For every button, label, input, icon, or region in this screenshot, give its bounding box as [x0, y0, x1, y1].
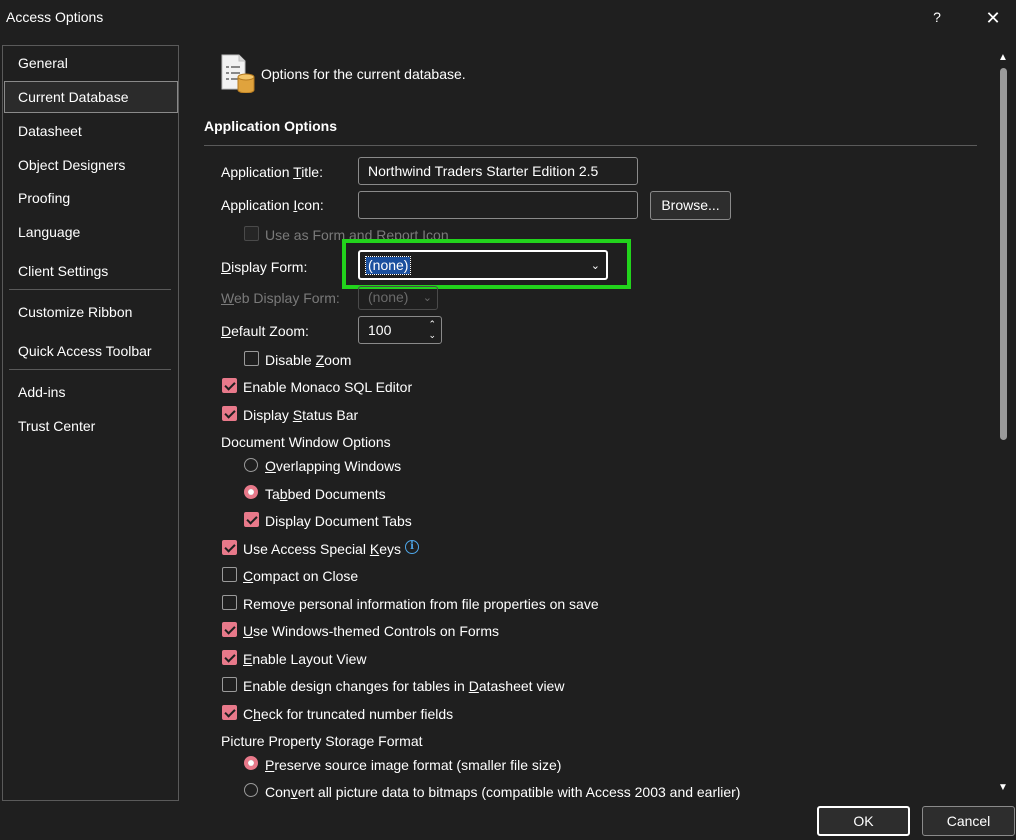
use-access-special-keys-label: Use Access Special Keys: [243, 541, 401, 557]
picture-storage-format-label: Picture Property Storage Format: [221, 733, 423, 749]
section-title-application-options: Application Options: [204, 118, 337, 134]
disable-zoom-label: Disable Zoom: [265, 352, 352, 368]
help-button[interactable]: ?: [926, 6, 948, 28]
options-scrollbar[interactable]: ▲ ▼: [995, 50, 1012, 800]
compact-on-close-checkbox[interactable]: [222, 567, 237, 582]
nav-item-object-designers[interactable]: Object Designers: [18, 157, 125, 173]
enable-design-changes-label: Enable design changes for tables in Data…: [243, 678, 565, 694]
close-button[interactable]: ✕: [981, 6, 1005, 30]
display-document-tabs-label: Display Document Tabs: [265, 513, 412, 529]
enable-layout-view-checkbox[interactable]: [222, 650, 237, 665]
display-form-selected-value: (none): [364, 256, 412, 275]
enable-design-changes-checkbox[interactable]: [222, 677, 237, 692]
chevron-down-icon: ⌄: [422, 292, 432, 304]
window-title: Access Options: [6, 9, 104, 25]
nav-item-client-settings[interactable]: Client Settings: [18, 263, 108, 279]
convert-to-bitmaps-label: Convert all picture data to bitmaps (com…: [265, 784, 741, 800]
display-form-dropdown[interactable]: (none) ⌄: [358, 250, 608, 280]
use-access-special-keys-checkbox[interactable]: [222, 540, 237, 555]
spin-up-icon[interactable]: ⌃: [428, 319, 436, 330]
nav-item-current-database[interactable]: Current Database: [18, 89, 129, 105]
nav-item-datasheet[interactable]: Datasheet: [18, 123, 82, 139]
remove-personal-info-label: Remove personal information from file pr…: [243, 596, 599, 612]
application-icon-input[interactable]: [358, 191, 638, 219]
check-truncated-fields-label: Check for truncated number fields: [243, 706, 454, 722]
default-zoom-value: 100: [368, 322, 392, 338]
remove-personal-info-checkbox[interactable]: [222, 595, 237, 610]
display-status-bar-checkbox[interactable]: [222, 406, 237, 421]
disable-zoom-checkbox[interactable]: [244, 351, 259, 366]
use-as-form-icon-checkbox[interactable]: [244, 226, 259, 241]
display-form-label: Display Form:: [221, 259, 308, 275]
info-icon[interactable]: i: [405, 540, 419, 554]
enable-monaco-checkbox[interactable]: [222, 378, 237, 393]
nav-item-trust-center[interactable]: Trust Center: [18, 418, 95, 434]
preserve-source-format-label: Preserve source image format (smaller fi…: [265, 757, 562, 773]
nav-item-quick-access-toolbar[interactable]: Quick Access Toolbar: [18, 343, 152, 359]
enable-monaco-label: Enable Monaco SQL Editor: [243, 379, 413, 395]
enable-layout-view-label: Enable Layout View: [243, 651, 367, 667]
page-heading: Options for the current database.: [261, 66, 466, 82]
default-zoom-stepper[interactable]: 100 ⌃ ⌄: [358, 316, 442, 344]
overlapping-windows-label: Overlapping Windows: [265, 458, 402, 474]
scrollbar-thumb[interactable]: [1000, 68, 1007, 440]
use-windows-themed-controls-checkbox[interactable]: [222, 622, 237, 637]
nav-item-language[interactable]: Language: [18, 224, 80, 240]
preserve-source-format-radio[interactable]: [244, 756, 258, 770]
convert-to-bitmaps-radio[interactable]: [244, 783, 258, 797]
display-status-bar-label: Display Status Bar: [243, 407, 359, 423]
cancel-button[interactable]: Cancel: [922, 806, 1015, 836]
nav-item-proofing[interactable]: Proofing: [18, 190, 70, 206]
application-icon-label: Application Icon:: [221, 197, 324, 213]
document-window-options-label: Document Window Options: [221, 434, 391, 450]
options-nav: General Current Database Datasheet Objec…: [2, 45, 179, 801]
ok-button[interactable]: OK: [817, 806, 910, 836]
chevron-down-icon: ⌄: [590, 260, 600, 272]
database-options-icon: [221, 54, 255, 93]
nav-divider: [9, 289, 171, 290]
scroll-down-icon[interactable]: ▼: [998, 782, 1008, 793]
web-display-form-label: Web Display Form:: [221, 290, 340, 306]
nav-divider: [9, 369, 171, 370]
display-document-tabs-checkbox[interactable]: [244, 512, 259, 527]
check-truncated-fields-checkbox[interactable]: [222, 705, 237, 720]
title-bar: Access Options ? ✕: [0, 0, 1016, 34]
web-display-form-value: (none): [368, 289, 409, 305]
browse-button[interactable]: Browse...: [650, 191, 731, 220]
scroll-up-icon[interactable]: ▲: [998, 52, 1008, 63]
tabbed-documents-label: Tabbed Documents: [265, 486, 386, 502]
web-display-form-dropdown[interactable]: (none) ⌄: [358, 286, 438, 310]
application-title-input[interactable]: Northwind Traders Starter Edition 2.5: [358, 157, 638, 185]
nav-item-customize-ribbon[interactable]: Customize Ribbon: [18, 304, 132, 320]
default-zoom-label: Default Zoom:: [221, 323, 309, 339]
nav-item-add-ins[interactable]: Add-ins: [18, 384, 65, 400]
overlapping-windows-radio[interactable]: [244, 458, 258, 472]
use-windows-themed-controls-label: Use Windows-themed Controls on Forms: [243, 623, 499, 639]
spin-down-icon[interactable]: ⌄: [428, 330, 436, 341]
tabbed-documents-radio[interactable]: [244, 485, 258, 499]
compact-on-close-label: Compact on Close: [243, 568, 359, 584]
nav-item-general[interactable]: General: [18, 55, 68, 71]
application-title-label: Application Title:: [221, 164, 323, 180]
section-divider: [204, 145, 977, 146]
